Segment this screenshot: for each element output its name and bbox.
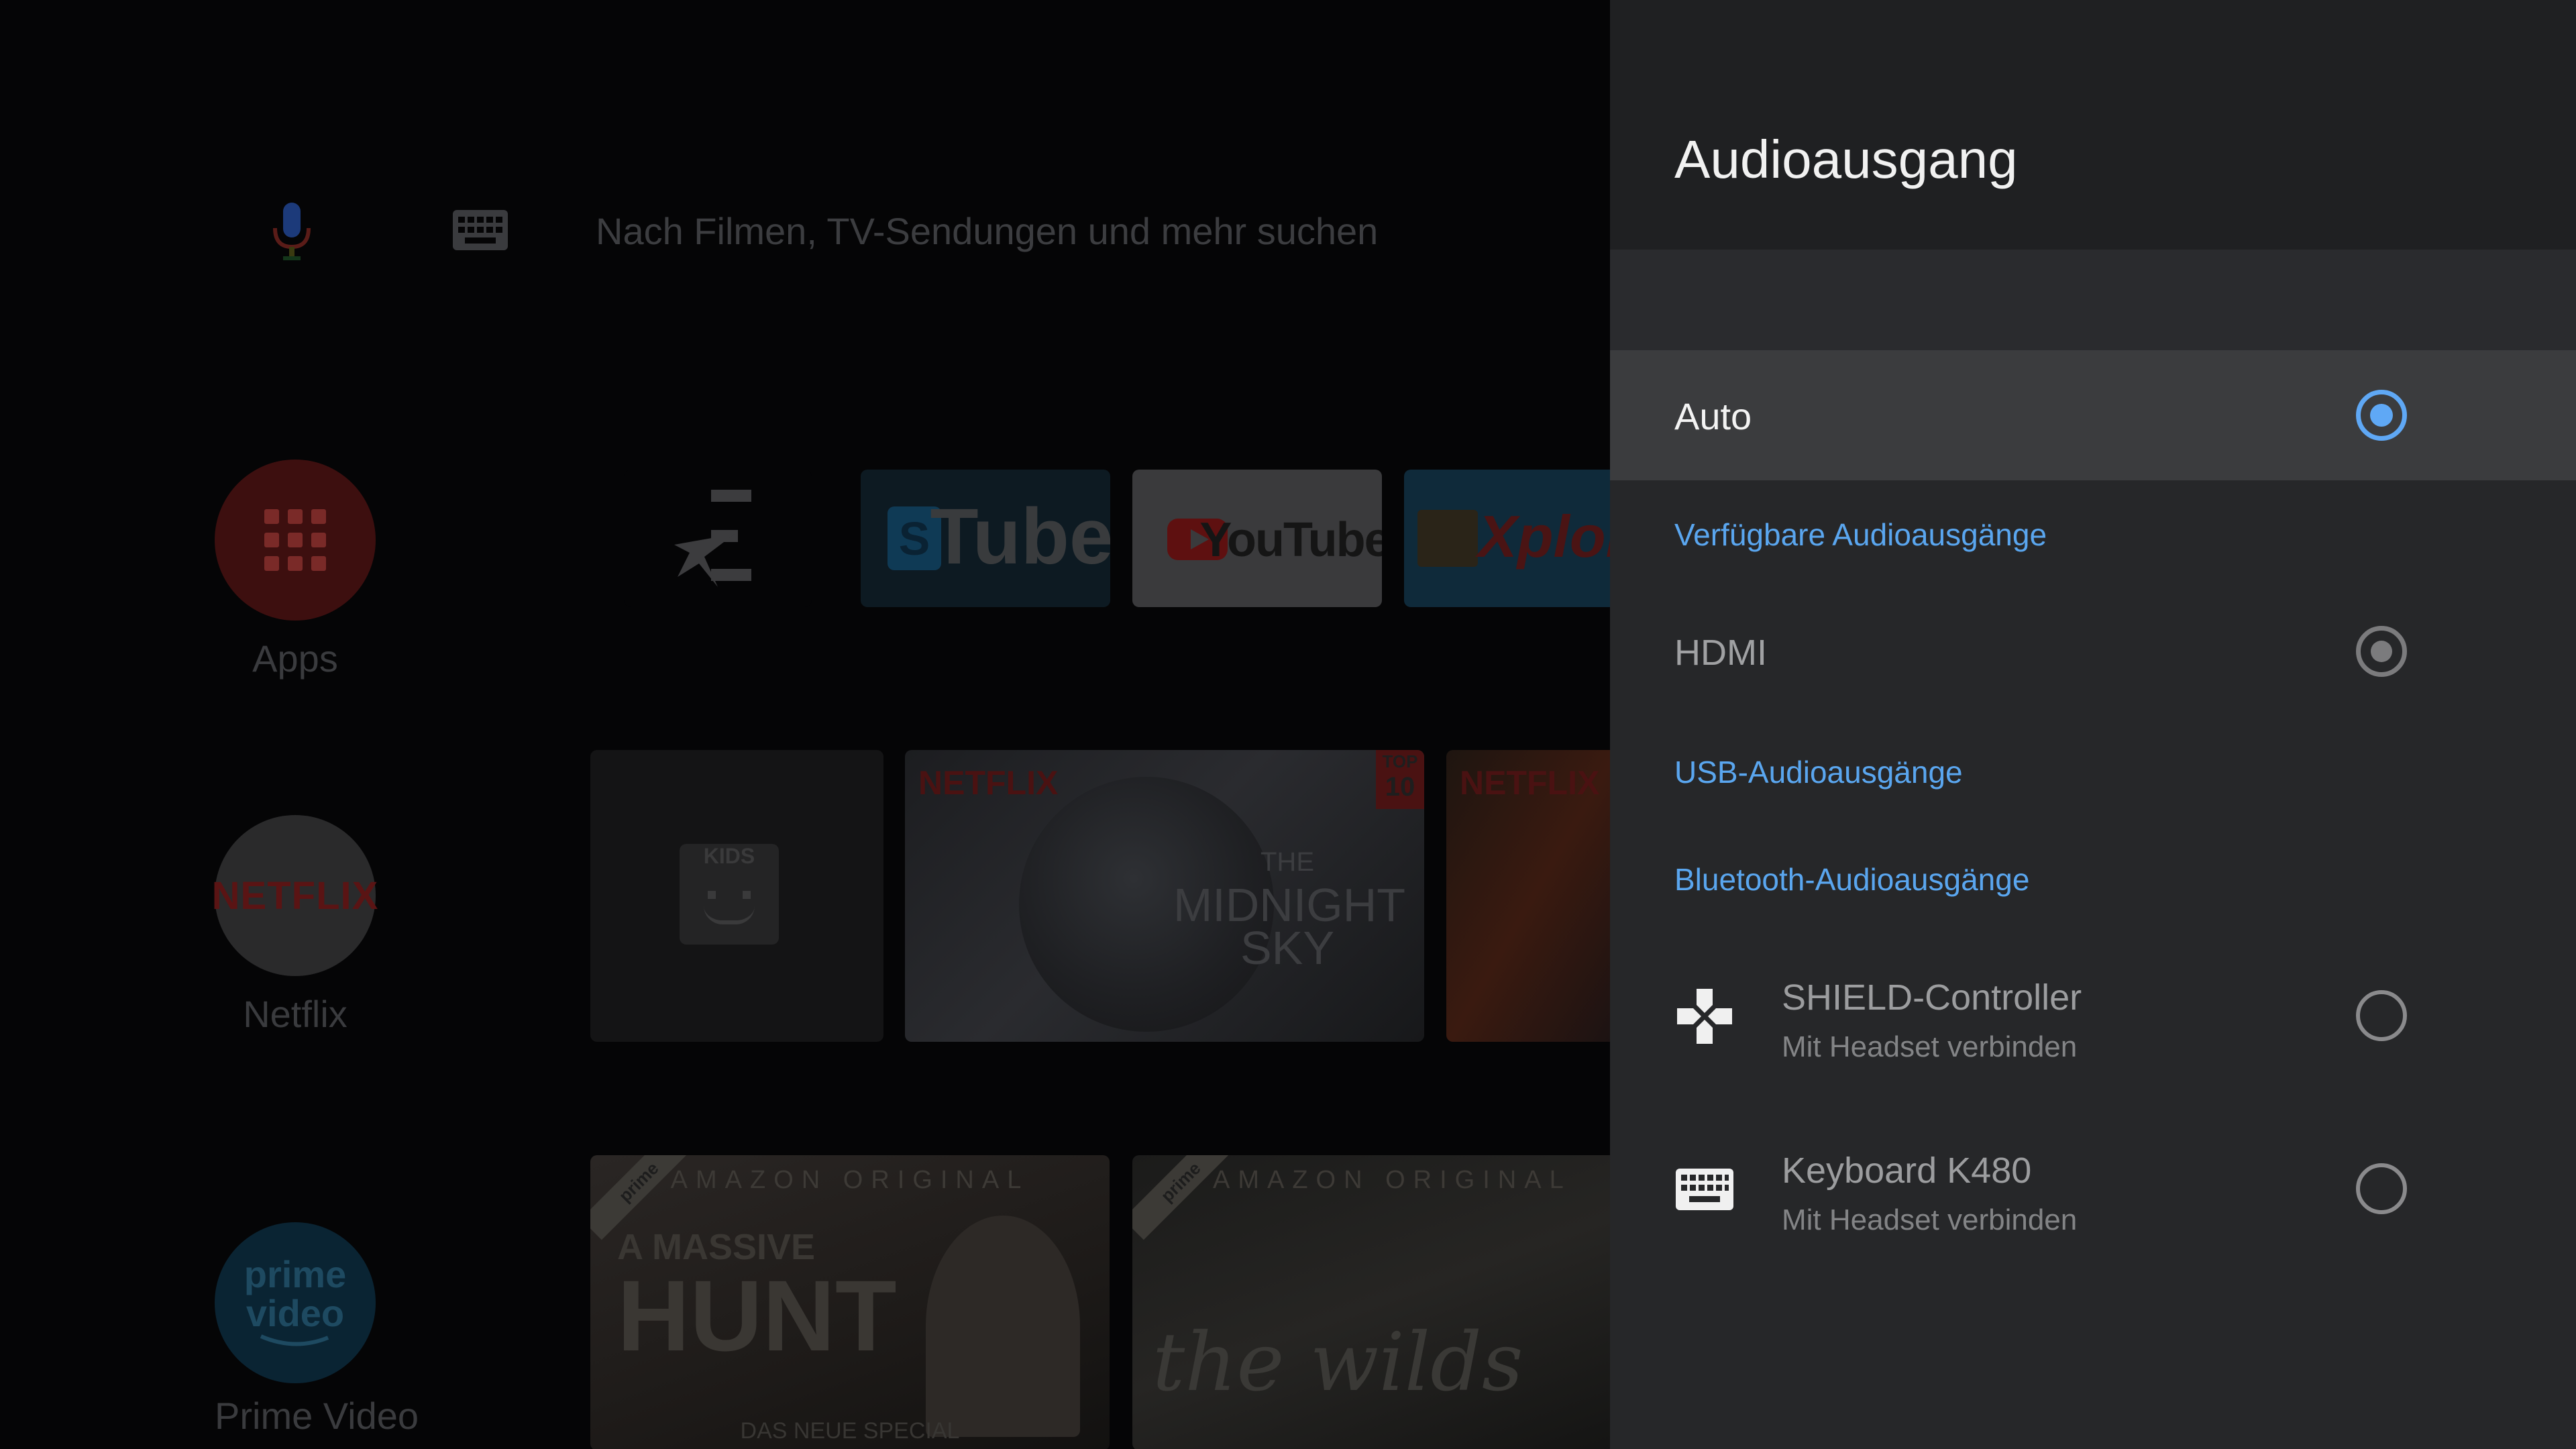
top10-badge: TOP 10: [1376, 750, 1424, 809]
eurosport-logo: [674, 490, 751, 587]
youtube-text: YouTube: [1199, 513, 1382, 567]
auto-radio[interactable]: [2356, 390, 2407, 441]
the-wilds-tile[interactable]: prime AMAZON ORIGINAL the wilds: [1132, 1155, 1610, 1449]
kids-face-icon: KIDS: [680, 844, 779, 945]
panel-subheader: [1610, 250, 2576, 350]
stube-text: Tube: [930, 492, 1110, 581]
section-available-outputs: Verfügbare Audioausgänge: [1674, 517, 2047, 552]
keyboard-icon[interactable]: [453, 210, 508, 250]
gamepad-icon: [1677, 989, 1732, 1044]
apps-label: Apps: [252, 637, 338, 680]
prime-video-app[interactable]: prime video Prime Video: [215, 1222, 419, 1438]
netflix-kids-tile[interactable]: KIDS: [590, 750, 883, 1042]
massive-hunt-title: A MASSIVE HUNT: [617, 1227, 897, 1372]
xplore-tile[interactable]: Xplor: [1404, 470, 1610, 607]
midnight-sky-tile[interactable]: NETFLIX TOP 10 THE MIDNIGHT SKY: [905, 750, 1424, 1042]
device-shield-title: SHIELD-Controller: [1782, 977, 2082, 1018]
microphone-icon[interactable]: [268, 201, 315, 262]
prime-video-label: Prime Video: [215, 1395, 419, 1437]
amazon-original-label-2: AMAZON ORIGINAL: [1213, 1166, 1572, 1194]
massive-hunt-tile[interactable]: prime AMAZON ORIGINAL A MASSIVE HUNT DAS…: [590, 1155, 1110, 1449]
device-keyboard-title: Keyboard K480: [1782, 1150, 2032, 1191]
shield-controller-radio[interactable]: [2356, 990, 2407, 1041]
section-usb-outputs: USB-Audioausgänge: [1674, 755, 1963, 790]
panel-header: Audioausgang: [1610, 0, 2576, 250]
netflix-logo: NETFLIX: [212, 815, 378, 976]
amazon-original-label: AMAZON ORIGINAL: [670, 1166, 1030, 1194]
option-hdmi[interactable]: HDMI: [1610, 590, 2576, 711]
device-shield-controller[interactable]: SHIELD-Controller Mit Headset verbinden: [1610, 953, 2576, 1080]
device-keyboard-subtitle: Mit Headset verbinden: [1782, 1203, 2078, 1236]
midnight-sky-title: THE MIDNIGHT SKY: [1173, 847, 1406, 974]
search-input[interactable]: Nach Filmen, TV-Sendungen und mehr suche…: [596, 209, 1378, 253]
netflix-show-tile[interactable]: NETFLIX: [1446, 750, 1610, 1042]
netflix-brand-2: NETFLIX: [1460, 764, 1600, 802]
netflix-label: Netflix: [243, 993, 347, 1035]
section-bluetooth-outputs: Bluetooth-Audioausgänge: [1674, 862, 2030, 897]
apps-launcher[interactable]: Apps: [215, 460, 376, 680]
host-image: [926, 1216, 1080, 1437]
keyboard-k480-radio[interactable]: [2356, 1163, 2407, 1214]
stube-tile[interactable]: S Tube: [861, 470, 1110, 607]
hdmi-radio[interactable]: [2356, 626, 2407, 677]
netflix-brand: NETFLIX: [918, 764, 1059, 802]
device-shield-subtitle: Mit Headset verbinden: [1782, 1030, 2078, 1063]
apps-grid-icon: [215, 460, 376, 621]
audio-output-panel: Audioausgang Auto Verfügbare Audioausgän…: [1610, 0, 2576, 1449]
panel-title: Audioausgang: [1674, 129, 2018, 189]
netflix-app[interactable]: NETFLIX Netflix: [212, 815, 378, 1036]
prime-video-logo: prime video: [215, 1222, 376, 1383]
youtube-tile[interactable]: YouTube: [1132, 470, 1382, 607]
option-auto-label: Auto: [1674, 395, 1752, 437]
device-keyboard-k480[interactable]: Keyboard K480 Mit Headset verbinden: [1610, 1126, 2576, 1253]
xplore-badge: [1417, 510, 1478, 567]
eurosport-tile[interactable]: [624, 470, 812, 607]
option-auto[interactable]: Auto: [1610, 350, 2576, 480]
the-wilds-title: the wilds: [1152, 1316, 1523, 1409]
home-screen-background: Nach Filmen, TV-Sendungen und mehr suche…: [0, 0, 1610, 1449]
keyboard-icon: [1676, 1169, 1733, 1210]
special-label: DAS NEUE SPECIAL: [740, 1418, 960, 1444]
xplore-text: Xplor: [1478, 503, 1610, 570]
option-hdmi-label: HDMI: [1674, 633, 1767, 673]
